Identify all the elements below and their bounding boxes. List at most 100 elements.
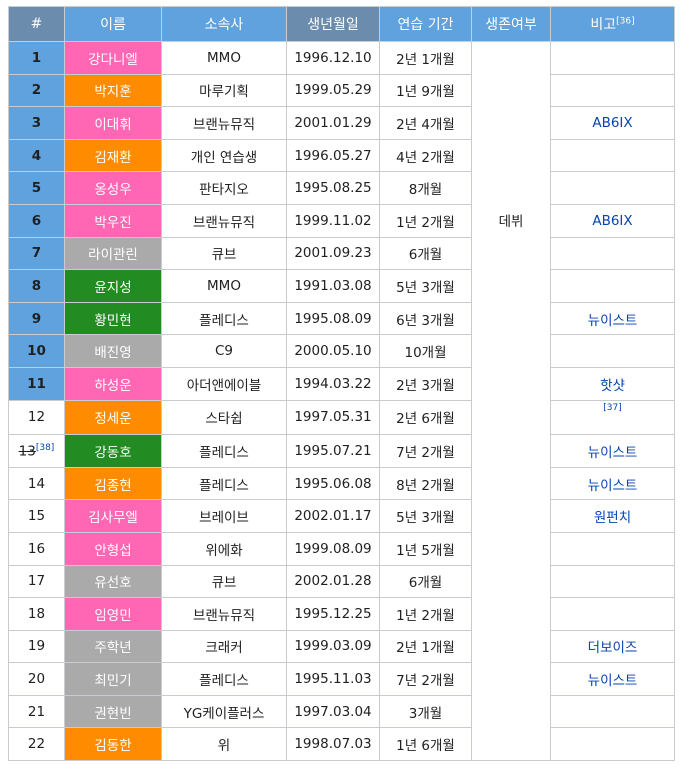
note-cell[interactable]: 뉴이스트 <box>550 662 675 696</box>
trainee-name[interactable]: 주학년 <box>64 629 162 664</box>
trainee-table-wrapper: # 이름 소속사 생년월일 연습 기간 생존여부 비고[36] 1 강다니엘 MMO… <box>8 6 675 762</box>
trainee-name[interactable]: 황민현 <box>64 301 162 336</box>
group-link[interactable]: 뉴이스트 <box>588 673 638 689</box>
training-period-cell: 7년 2개월 <box>379 662 472 696</box>
note-cell[interactable]: [37] <box>550 399 675 436</box>
row-number: 3 <box>8 106 65 140</box>
trainee-name[interactable]: 김종현 <box>64 466 162 501</box>
birth-date-cell: 2002.01.28 <box>286 564 380 599</box>
note-cell[interactable]: 핫샷 <box>550 366 675 401</box>
trainee-name[interactable]: 윤지성 <box>64 269 162 303</box>
row-number: 10 <box>8 334 65 368</box>
group-link[interactable]: AB6IX <box>592 213 632 229</box>
birth-date-cell: 1995.11.03 <box>286 662 380 696</box>
note-cell <box>550 727 675 762</box>
trainee-name[interactable]: 최민기 <box>64 662 162 696</box>
note-cell[interactable]: AB6IX <box>550 203 675 238</box>
row-number: 20 <box>8 662 65 696</box>
header-status[interactable]: 생존여부 <box>471 6 551 42</box>
training-period-cell: 2년 6개월 <box>379 399 472 436</box>
training-period-cell: 3개월 <box>379 694 472 729</box>
agency-cell: MMO <box>161 41 287 75</box>
birth-date-cell: 1996.12.10 <box>286 41 380 75</box>
group-link[interactable]: 뉴이스트 <box>588 478 638 494</box>
note-cell[interactable]: 더보이즈 <box>550 629 675 664</box>
table-row: 2 박지훈 마루기획 1999.05.29 1년 9개월 <box>8 73 675 108</box>
agency-cell: 판타지오 <box>161 171 287 205</box>
agency-cell: 브레이브 <box>161 499 287 533</box>
trainee-name[interactable]: 배진영 <box>64 334 162 368</box>
agency-cell: 플레디스 <box>161 662 287 696</box>
trainee-name[interactable]: 하성운 <box>64 366 162 401</box>
table-row: 18 임영민 브랜뉴뮤직 1995.12.25 1년 2개월 <box>8 597 675 631</box>
trainee-name[interactable]: 권현빈 <box>64 694 162 729</box>
training-period-cell: 5년 3개월 <box>379 269 472 303</box>
group-link[interactable]: 더보이즈 <box>588 640 638 656</box>
birth-date-cell: 1995.07.21 <box>286 434 380 468</box>
group-link[interactable]: 뉴이스트 <box>588 445 638 461</box>
row-number: 2 <box>8 73 65 108</box>
birth-date-cell: 1994.03.22 <box>286 366 380 401</box>
trainee-name[interactable]: 박지훈 <box>64 73 162 108</box>
group-link[interactable]: 핫샷 <box>600 378 625 394</box>
birth-date-cell: 2001.09.23 <box>286 236 380 271</box>
trainee-name[interactable]: 김재환 <box>64 138 162 173</box>
trainee-name[interactable]: 강다니엘 <box>64 41 162 75</box>
note-reference[interactable]: [37] <box>603 403 621 413</box>
note-cell <box>550 41 675 75</box>
header-note-ref[interactable]: [36] <box>616 16 634 26</box>
header-note[interactable]: 비고[36] <box>550 6 675 42</box>
agency-cell: 개인 연습생 <box>161 138 287 173</box>
group-link[interactable]: 원펀치 <box>594 510 631 526</box>
header-agency[interactable]: 소속사 <box>161 6 287 42</box>
trainee-name[interactable]: 임영민 <box>64 597 162 631</box>
table-row: 20 최민기 플레디스 1995.11.03 7년 2개월 뉴이스트 <box>8 662 675 696</box>
birth-date-cell: 2001.01.29 <box>286 106 380 140</box>
note-cell[interactable]: 뉴이스트 <box>550 466 675 501</box>
row-number: 13[38] <box>8 434 65 468</box>
birth-date-cell: 1999.11.02 <box>286 203 380 238</box>
survival-status-cell: 데뷔 <box>471 40 551 762</box>
group-link[interactable]: AB6IX <box>592 115 632 131</box>
row-number: 12 <box>8 399 65 436</box>
trainee-name[interactable]: 김동한 <box>64 727 162 762</box>
header-period[interactable]: 연습 기간 <box>379 6 472 42</box>
note-cell[interactable]: 뉴이스트 <box>550 434 675 468</box>
header-num[interactable]: # <box>8 6 65 42</box>
num-reference[interactable]: [38] <box>36 443 54 453</box>
row-number: 17 <box>8 564 65 599</box>
header-name[interactable]: 이름 <box>64 6 162 42</box>
training-period-cell: 1년 6개월 <box>379 727 472 762</box>
trainee-name[interactable]: 라이관린 <box>64 236 162 271</box>
birth-date-cell: 1998.07.03 <box>286 727 380 762</box>
birth-date-cell: 1999.05.29 <box>286 73 380 108</box>
trainee-name[interactable]: 유선호 <box>64 564 162 599</box>
trainee-name[interactable]: 강동호 <box>64 434 162 468</box>
training-period-cell: 1년 5개월 <box>379 531 472 566</box>
table-row: 1 강다니엘 MMO 1996.12.10 2년 1개월 데뷔 <box>8 40 675 762</box>
table-row: 11 하성운 아더앤에이블 1994.03.22 2년 3개월 핫샷 <box>8 366 675 401</box>
note-cell[interactable]: AB6IX <box>550 106 675 140</box>
row-number: 9 <box>8 301 65 336</box>
trainee-name[interactable]: 이대휘 <box>64 106 162 140</box>
header-birth[interactable]: 생년월일 <box>286 6 380 42</box>
agency-cell: 브랜뉴뮤직 <box>161 597 287 631</box>
trainee-name[interactable]: 옹성우 <box>64 171 162 205</box>
group-link[interactable]: 뉴이스트 <box>588 313 638 329</box>
trainee-name[interactable]: 박우진 <box>64 203 162 238</box>
trainee-name[interactable]: 정세운 <box>64 399 162 436</box>
birth-date-cell: 1995.06.08 <box>286 466 380 501</box>
note-cell[interactable]: 뉴이스트 <box>550 301 675 336</box>
agency-cell: 스타쉽 <box>161 399 287 436</box>
row-number: 19 <box>8 629 65 664</box>
agency-cell: MMO <box>161 269 287 303</box>
birth-date-cell: 1995.12.25 <box>286 597 380 631</box>
trainee-name[interactable]: 안형섭 <box>64 531 162 566</box>
table-row: 13[38] 강동호 플레디스 1995.07.21 7년 2개월 뉴이스트 <box>8 434 675 468</box>
note-cell <box>550 694 675 729</box>
training-period-cell: 2년 4개월 <box>379 106 472 140</box>
birth-date-cell: 1999.08.09 <box>286 531 380 566</box>
birth-date-cell: 1991.03.08 <box>286 269 380 303</box>
trainee-name[interactable]: 김사무엘 <box>64 499 162 533</box>
note-cell[interactable]: 원펀치 <box>550 499 675 533</box>
